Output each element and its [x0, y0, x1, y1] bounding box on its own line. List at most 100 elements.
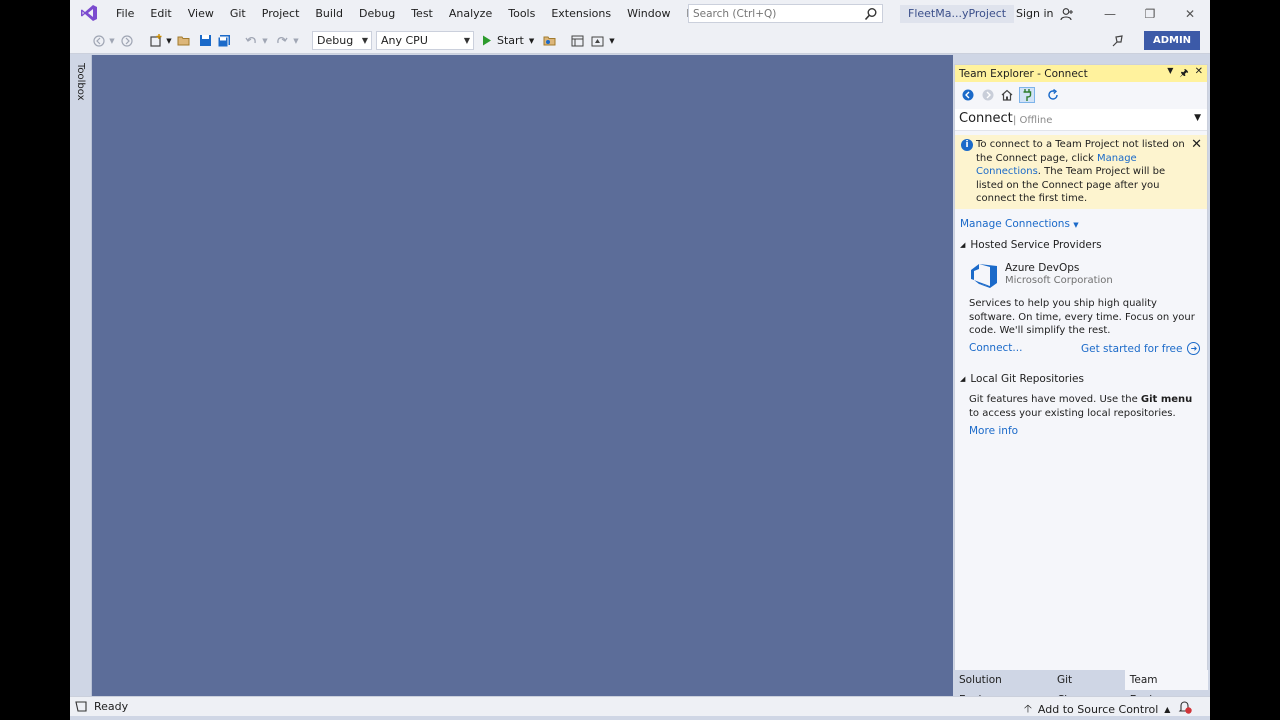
restore-icon[interactable]: ❐ — [1130, 0, 1170, 27]
local-git-section-header[interactable]: ◢ Local Git Repositories — [960, 373, 1084, 385]
more-info-link[interactable]: More info — [969, 425, 1018, 437]
add-to-source-control-button[interactable]: 🡡 Add to Source Control ▲ — [1024, 700, 1170, 719]
menu-extensions[interactable]: Extensions — [543, 0, 619, 27]
start-label: Start — [497, 34, 524, 47]
git-menu-emphasis: Git menu — [1140, 394, 1193, 405]
layout-window-icon[interactable] — [569, 32, 585, 49]
new-project-icon[interactable] — [148, 32, 164, 49]
solution-platform-select[interactable]: Any CPU ▼ — [376, 31, 474, 50]
redo-dropdown-icon[interactable]: ▼ — [292, 32, 300, 49]
tab-team-explorer[interactable]: Team Explorer — [1124, 670, 1208, 706]
git-desc-end: to access your existing local repositori… — [969, 407, 1176, 419]
close-window-icon[interactable]: ✕ — [1170, 0, 1210, 27]
menu-analyze[interactable]: Analyze — [441, 0, 500, 27]
tab-solution-explorer[interactable]: Solution Explorer — [954, 670, 1052, 706]
menu-tools[interactable]: Tools — [500, 0, 543, 27]
chevron-down-icon: ▼ — [528, 36, 535, 45]
pin-icon[interactable]: 🖈 — [1179, 66, 1188, 83]
search-box — [688, 4, 883, 23]
hosted-providers-title: Hosted Service Providers — [970, 239, 1102, 251]
connection-status: | Offline — [1013, 115, 1053, 126]
toolbar-overflow-icon[interactable]: ▼ — [608, 32, 616, 49]
open-folder-icon[interactable] — [176, 32, 192, 49]
user-icon — [1059, 7, 1073, 20]
chevron-down-icon: ▼ — [361, 36, 368, 45]
save-icon[interactable] — [197, 32, 213, 49]
solution-name-badge[interactable]: FleetMa...yProject — [900, 5, 1015, 23]
menu-test[interactable]: Test — [403, 0, 441, 27]
camera-snapshot-icon[interactable] — [589, 32, 605, 49]
start-debugging-button[interactable]: Start ▼ — [482, 31, 534, 50]
browse-folder-icon[interactable] — [542, 32, 558, 49]
info-icon: i — [961, 139, 973, 151]
arrow-right-circle-icon: ➜ — [1187, 342, 1201, 355]
team-explorer-panel: Team Explorer - Connect ▼ 🖈 ✕ Connect | … — [954, 64, 1208, 690]
team-explorer-header: Team Explorer - Connect ▼ 🖈 ✕ — [955, 65, 1207, 82]
minimize-icon[interactable]: — — [1090, 0, 1130, 27]
solution-config-value: Debug — [317, 34, 354, 47]
solution-config-select[interactable]: Debug ▼ — [312, 31, 372, 50]
navigate-back-icon[interactable] — [92, 32, 106, 49]
notification-bell-icon[interactable] — [1178, 700, 1192, 714]
forward-arrow-icon[interactable] — [980, 87, 996, 103]
azure-devops-name: Azure DevOps — [1005, 262, 1080, 274]
undo-dropdown-icon[interactable]: ▼ — [261, 32, 269, 49]
info-text: To connect to a Team Project not listed … — [976, 138, 1186, 206]
team-explorer-nav-bar — [955, 83, 1207, 107]
chevron-down-icon: ▼ — [463, 36, 470, 45]
refresh-icon[interactable] — [1045, 87, 1061, 103]
visual-studio-logo-icon[interactable] — [80, 4, 98, 22]
toolbox-tab[interactable]: Toolbox — [75, 63, 86, 101]
sign-in-label: Sign in — [1016, 7, 1054, 20]
info-text-start: To connect to a Team Project not listed … — [976, 139, 1185, 164]
close-panel-icon[interactable]: ✕ — [1195, 66, 1203, 83]
menu-build[interactable]: Build — [307, 0, 351, 27]
tab-git-changes[interactable]: Git Changes — [1052, 670, 1125, 706]
menu-edit[interactable]: Edit — [142, 0, 179, 27]
sign-in-button[interactable]: Sign in — [1016, 0, 1074, 27]
redo-icon[interactable] — [275, 32, 289, 49]
new-dropdown-icon[interactable]: ▼ — [165, 32, 173, 49]
azure-devops-description: Services to help you ship high quality s… — [969, 298, 1195, 336]
menu-bar: File Edit View Git Project Build Debug T… — [108, 0, 720, 27]
admin-badge[interactable]: ADMIN — [1144, 31, 1200, 50]
git-moved-description: Git features have moved. Use the Git men… — [969, 393, 1199, 420]
live-share-icon[interactable] — [1110, 32, 1126, 49]
close-banner-icon[interactable]: ✕ — [1191, 137, 1202, 152]
get-started-link[interactable]: Get started for free ➜ — [1081, 342, 1201, 355]
solution-platform-value: Any CPU — [381, 34, 428, 47]
navigate-forward-icon[interactable] — [120, 32, 134, 49]
page-title: Connect — [959, 111, 1013, 126]
connect-plug-icon[interactable] — [1019, 87, 1035, 103]
info-banner: i To connect to a Team Project not liste… — [955, 135, 1207, 209]
undo-icon[interactable] — [244, 32, 258, 49]
home-icon[interactable] — [999, 87, 1015, 103]
team-explorer-title-row: Connect | Offline ▼ — [955, 109, 1207, 131]
menu-project[interactable]: Project — [254, 0, 308, 27]
back-arrow-icon[interactable] — [960, 87, 976, 103]
page-dropdown-icon[interactable]: ▼ — [1194, 113, 1201, 123]
manage-connections-link[interactable]: Manage Connections ▼ — [960, 218, 1079, 230]
team-explorer-header-title: Team Explorer - Connect — [959, 67, 1088, 80]
hosted-providers-section-header[interactable]: ◢ Hosted Service Providers — [960, 239, 1102, 251]
menu-git[interactable]: Git — [222, 0, 254, 27]
search-icon[interactable] — [864, 7, 878, 21]
menu-view[interactable]: View — [180, 0, 222, 27]
title-bar: File Edit View Git Project Build Debug T… — [70, 0, 1210, 27]
azure-connect-link[interactable]: Connect... — [969, 342, 1022, 354]
menu-window[interactable]: Window — [619, 0, 678, 27]
menu-file[interactable]: File — [108, 0, 142, 27]
search-input[interactable] — [689, 7, 859, 20]
local-git-title: Local Git Repositories — [970, 373, 1084, 385]
back-dropdown-icon[interactable]: ▼ — [108, 32, 116, 49]
collapse-triangle-icon: ◢ — [960, 241, 966, 249]
menu-debug[interactable]: Debug — [351, 0, 403, 27]
save-all-icon[interactable] — [216, 32, 232, 49]
status-text: Ready — [94, 700, 129, 713]
git-desc-start: Git features have moved. Use the — [969, 394, 1141, 405]
editor-area — [92, 55, 953, 696]
window-position-dropdown-icon[interactable]: ▼ — [1167, 66, 1173, 83]
status-bar: Ready 🡡 Add to Source Control ▲ — [70, 696, 1210, 716]
output-window-icon[interactable] — [75, 701, 87, 712]
header-controls: ▼ 🖈 ✕ — [1167, 66, 1203, 83]
